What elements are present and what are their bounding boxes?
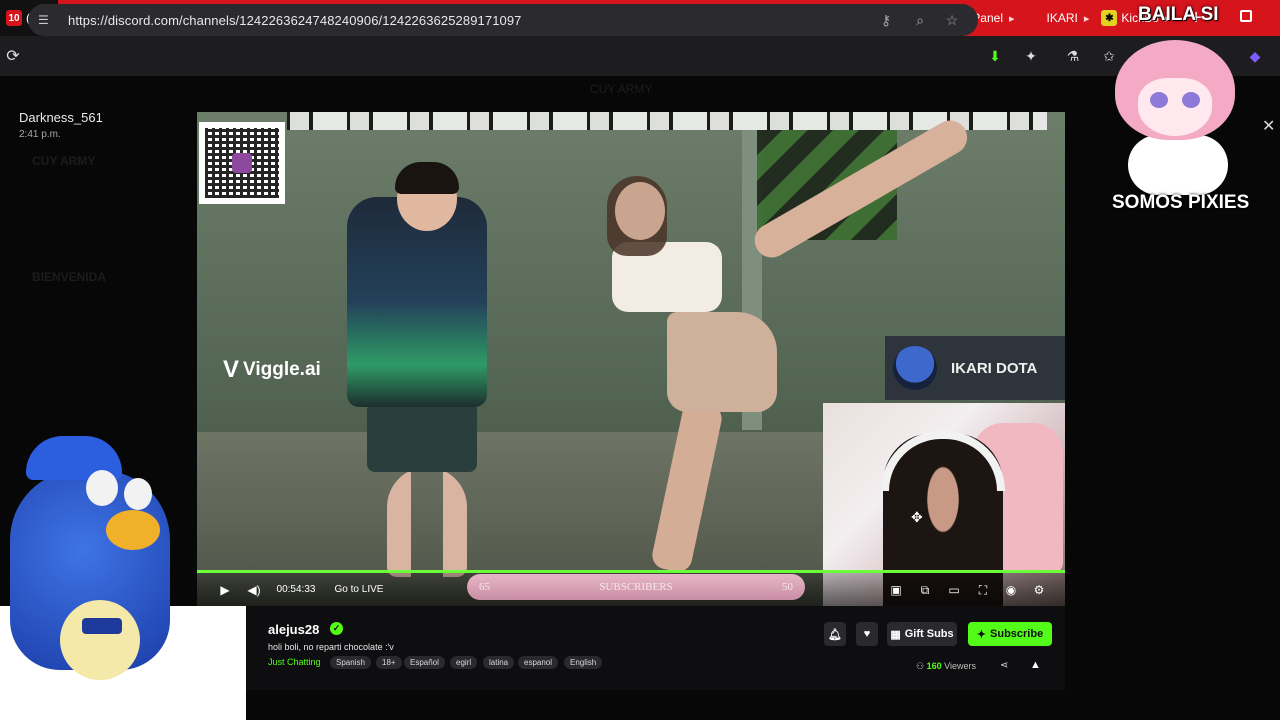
gift-icon: ▦ (890, 628, 901, 641)
speed-icon[interactable]: ◉ (1003, 581, 1019, 599)
settings-gear-icon[interactable]: ⚙ (1031, 581, 1047, 599)
address-bar-row: ⟳ (0, 36, 1280, 76)
viggle-v-icon: V (223, 356, 240, 383)
play-icon[interactable]: ▶ (217, 581, 233, 599)
pip-icon[interactable]: ▣ (888, 581, 904, 599)
stream-time: 00:54:33 (276, 584, 316, 595)
viewers-label: Viewers (944, 661, 976, 671)
download-icon[interactable]: ⬇ (986, 47, 1004, 65)
channel-list-header[interactable]: CUY ARMY (32, 154, 95, 168)
message-timestamp: 2:41 p.m. (19, 129, 61, 140)
viewer-count: ⚇ 160 Viewers (916, 661, 976, 672)
penguin-bowtie (82, 618, 122, 634)
favorites-icon[interactable]: ✩ (1100, 47, 1118, 65)
bot-icon: ✱ (1101, 10, 1118, 26)
subscribe-button[interactable]: ✦ Subscribe (968, 622, 1052, 646)
window-restore-icon[interactable] (1240, 10, 1252, 22)
subscribe-label: Subscribe (990, 628, 1044, 640)
dancer-right-head (615, 182, 665, 240)
fullscreen-icon[interactable]: ⛶ (975, 581, 991, 599)
browser-tab[interactable]: IKARI ▸ (1021, 0, 1096, 36)
tag[interactable]: Spanish (330, 656, 371, 669)
site-info-icon[interactable]: ☰ (38, 13, 54, 27)
overlay-bottom-text: SOMOS PIXIES (1112, 192, 1250, 213)
overlay-top-text: BAILA SI (1138, 4, 1219, 25)
overlay-name-panel: IKARI DOTA (885, 336, 1065, 400)
gift-subs-button[interactable]: ▦ Gift Subs (887, 622, 957, 646)
tag[interactable]: latina (483, 656, 515, 669)
verified-icon: ✓ (330, 622, 343, 635)
penguin-eye-right (124, 478, 152, 510)
dancer-left-legs (387, 467, 467, 577)
penguin-belly (60, 600, 140, 680)
omnibox[interactable]: ☰ https://discord.com/channels/124226362… (28, 4, 978, 36)
follow-heart-button[interactable]: ♥ (856, 622, 878, 646)
anime-character-body (1128, 135, 1228, 195)
zoom-icon[interactable]: ⌕ (912, 12, 928, 28)
tag[interactable]: espanol (518, 656, 559, 669)
subscriber-goal-bar: 65 SUBSCRIBERS 50 (467, 574, 805, 600)
share-icon[interactable]: ⋖ (1000, 660, 1008, 671)
tag[interactable]: Español (404, 656, 445, 669)
qr-code (199, 122, 285, 204)
report-icon[interactable]: ▲ (1030, 659, 1041, 671)
subs-goal-end: 50 (782, 581, 793, 593)
overlay-avatar (893, 346, 937, 390)
subs-goal-start: 65 (479, 581, 490, 593)
channel-name[interactable]: alejus28 (268, 622, 319, 637)
close-icon[interactable]: ✕ (1262, 116, 1275, 136)
penguin-eye-left (86, 470, 118, 506)
penguin-beak (106, 510, 160, 550)
anime-eye-right (1182, 92, 1200, 108)
overlay-name: IKARI DOTA (951, 359, 1038, 377)
stream-title: holi boli, no reparti chocolate :'v (268, 642, 394, 652)
gift-subs-label: Gift Subs (904, 628, 954, 640)
dancer-left-hair (395, 162, 459, 194)
dancer-left-shorts (367, 402, 477, 472)
extensions-icon[interactable]: ✦ (1022, 47, 1040, 65)
bell-icon: 🔔︎ (828, 628, 842, 641)
viggle-text: Viggle.ai (243, 359, 321, 380)
channel-info-bar: alejus28 ✓ holi boli, no reparti chocola… (246, 606, 1065, 690)
anime-character-face (1138, 78, 1212, 136)
go-to-live-button[interactable]: Go to LIVE (333, 581, 385, 599)
tag[interactable]: 18+ (376, 656, 402, 669)
dancer-right-skirt (667, 312, 777, 412)
url-text[interactable]: https://discord.com/channels/12422636247… (68, 13, 522, 28)
copilot-icon[interactable]: ◆ (1246, 47, 1264, 65)
heart-icon: ♥ (863, 628, 871, 640)
channel-item-bienvenida[interactable]: BIENVENIDA (32, 270, 106, 284)
stream-category[interactable]: Just Chatting (268, 657, 321, 667)
tab-media-icon: ▸ (1009, 12, 1015, 25)
clip-icon[interactable]: ⧉ (917, 581, 933, 599)
subs-goal-label: SUBSCRIBERS (599, 581, 673, 593)
anime-eye-left (1150, 92, 1168, 108)
bookmark-star-icon[interactable]: ☆ (944, 12, 960, 28)
server-title: CUY ARMY (590, 82, 653, 96)
volume-icon[interactable]: ◀) (246, 581, 262, 599)
viewers-icon: ⚇ (916, 661, 927, 671)
viggle-watermark: V Viggle.ai (223, 356, 321, 384)
tag[interactable]: English (564, 656, 603, 669)
key-icon[interactable]: ⚷ (878, 12, 894, 28)
lab-icon[interactable]: ⚗ (1064, 47, 1082, 65)
page-icon (1026, 10, 1043, 26)
tab-media-icon: ▸ (1083, 12, 1090, 25)
stream-player[interactable]: V Viggle.ai IKARI DOTA ✥ ▶ ◀) 00:54:33 G… (197, 112, 1065, 606)
qr-logo-icon (232, 153, 252, 173)
theater-icon[interactable]: ▭ (946, 581, 962, 599)
viewer-number: 160 (926, 661, 942, 671)
qr-pattern (205, 128, 279, 198)
message-author[interactable]: Darkness_561 (19, 110, 103, 125)
hourglass-icon: 10 (6, 10, 22, 26)
browser-tab-label: IKARI (1046, 11, 1078, 25)
move-cursor-icon: ✥ (911, 509, 923, 525)
star-icon: ✦ (976, 628, 987, 641)
tag[interactable]: egirl (450, 656, 478, 669)
notify-bell-button[interactable]: 🔔︎ (824, 622, 846, 646)
reload-icon[interactable]: ⟳ (0, 46, 26, 66)
